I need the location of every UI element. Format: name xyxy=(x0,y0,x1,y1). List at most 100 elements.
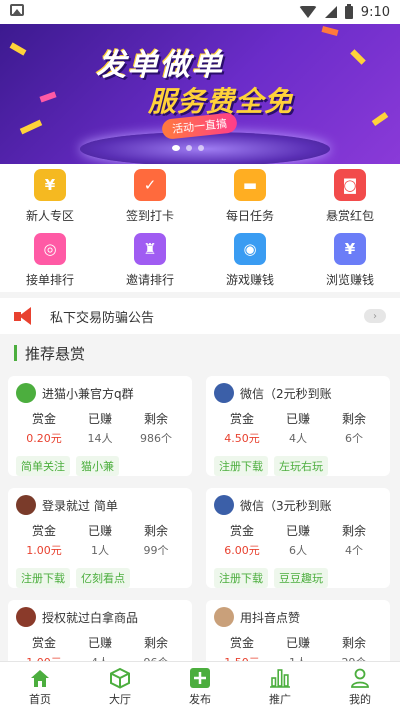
remaining-header: 剩余 xyxy=(143,524,168,538)
earned-header: 已赚 xyxy=(285,636,310,650)
confetti-decoration xyxy=(9,42,27,56)
bottom-tab-bar: 首页 大厅 发布 推广 我的 xyxy=(0,661,400,711)
task-tag: 注册下载 xyxy=(214,456,268,476)
status-time: 9:10 xyxy=(360,4,390,20)
grid-item-label: 浏览赚钱 xyxy=(325,272,374,287)
wifi-icon xyxy=(298,6,317,18)
grid-item-daily-task[interactable]: ▬ 每日任务 xyxy=(200,164,300,228)
promo-banner[interactable]: 发单做单 服务费全免 活动一直搞 xyxy=(0,24,400,164)
grid-item-label: 悬赏红包 xyxy=(325,208,374,223)
avatar xyxy=(214,495,234,515)
grid-item-checkin[interactable]: ✓ 签到打卡 xyxy=(100,164,200,228)
earned-header: 已赚 xyxy=(285,524,310,538)
earned-header: 已赚 xyxy=(285,412,310,426)
tab-promote[interactable]: 推广 xyxy=(240,662,320,711)
reward-header: 赏金 xyxy=(229,636,254,650)
earned-header: 已赚 xyxy=(87,636,112,650)
chevron-right-icon[interactable]: › xyxy=(364,309,386,323)
tab-home[interactable]: 首页 xyxy=(0,662,80,711)
task-title: 用抖音点赞 xyxy=(240,610,301,625)
tab-label: 我的 xyxy=(349,692,371,706)
earned-value: 1人 xyxy=(91,544,109,557)
grid-item-invite-ranking[interactable]: ♜ 邀请排行 xyxy=(100,228,200,292)
task-card[interactable]: 进猫小兼官方q群 赏金 已赚 剩余 0.20元 14人 986个 简单关注 猫小… xyxy=(8,376,192,476)
reward-header: 赏金 xyxy=(31,412,56,426)
tab-label: 大厅 xyxy=(109,692,131,706)
task-card[interactable]: 登录就过 简单 赏金 已赚 剩余 1.00元 1人 99个 注册下载 亿刻看点 xyxy=(8,488,192,588)
remaining-value: 6个 xyxy=(345,432,363,445)
task-card[interactable]: 微信（2元秒到账 赏金 已赚 剩余 4.50元 4人 6个 注册下载 左玩右玩 xyxy=(206,376,390,476)
bar-chart-icon xyxy=(270,668,290,688)
status-bar: 9:10 xyxy=(0,0,400,24)
confetti-decoration xyxy=(39,91,57,103)
grid-item-label: 签到打卡 xyxy=(125,208,174,223)
remaining-header: 剩余 xyxy=(341,636,366,650)
user-icon xyxy=(351,668,369,688)
section-accent-bar xyxy=(14,345,17,361)
confetti-decoration xyxy=(19,119,43,135)
earned-value: 14人 xyxy=(87,432,113,445)
carousel-dot[interactable] xyxy=(186,145,192,151)
grid-item-game-earn[interactable]: ◉ 游戏赚钱 xyxy=(200,228,300,292)
earned-header: 已赚 xyxy=(87,524,112,538)
announcement-text: 私下交易防骗公告 xyxy=(50,310,155,326)
task-title: 授权就过白拿商品 xyxy=(42,610,139,625)
task-tag: 亿刻看点 xyxy=(76,568,130,588)
red-envelope-icon: ◙ xyxy=(334,168,366,201)
avatar xyxy=(214,607,234,627)
carousel-dot[interactable] xyxy=(198,145,204,151)
remaining-value: 4个 xyxy=(345,544,363,557)
confetti-decoration xyxy=(371,111,389,127)
home-icon xyxy=(31,669,49,687)
remaining-value: 99个 xyxy=(143,544,169,557)
remaining-header: 剩余 xyxy=(341,524,366,538)
task-tag: 豆豆趣玩 xyxy=(274,568,328,588)
trophy-icon: ♜ xyxy=(134,232,166,265)
task-card[interactable]: 微信（3元秒到账 赏金 已赚 剩余 6.00元 6人 4个 注册下载 豆豆趣玩 xyxy=(206,488,390,588)
grid-item-newcomer[interactable]: ¥ 新人专区 xyxy=(0,164,100,228)
confetti-decoration xyxy=(321,26,339,36)
reward-header: 赏金 xyxy=(229,524,254,538)
section-title-text: 推荐悬赏 xyxy=(25,344,86,363)
task-tag: 猫小兼 xyxy=(76,456,119,476)
remaining-header: 剩余 xyxy=(143,636,168,650)
avatar xyxy=(214,383,234,403)
grid-item-label: 游戏赚钱 xyxy=(225,272,274,287)
grid-item-reward-envelope[interactable]: ◙ 悬赏红包 xyxy=(300,164,400,228)
cube-icon xyxy=(110,667,130,689)
remaining-header: 剩余 xyxy=(143,412,168,426)
carousel-dot[interactable] xyxy=(172,145,180,151)
avatar xyxy=(16,383,36,403)
banner-stage xyxy=(80,132,330,164)
reward-header: 赏金 xyxy=(31,524,56,538)
tab-publish[interactable]: 发布 xyxy=(160,662,240,711)
plus-square-icon xyxy=(190,667,210,688)
gamepad-icon: ◉ xyxy=(234,232,266,265)
reward-value: 1.00元 xyxy=(26,544,62,557)
remaining-header: 剩余 xyxy=(341,412,366,426)
tab-hall[interactable]: 大厅 xyxy=(80,662,160,711)
earned-value: 4人 xyxy=(289,432,307,445)
reward-value: 0.20元 xyxy=(26,432,62,445)
briefcase-icon: ▬ xyxy=(234,168,266,201)
task-title: 微信（2元秒到账 xyxy=(240,386,332,401)
reward-value: 6.00元 xyxy=(224,544,260,557)
money-bag-icon: ¥ xyxy=(34,168,66,201)
confetti-decoration xyxy=(350,49,366,65)
grid-item-order-ranking[interactable]: ◎ 接单排行 xyxy=(0,228,100,292)
grid-item-browse-earn[interactable]: ¥ 浏览赚钱 xyxy=(300,228,400,292)
task-title: 进猫小兼官方q群 xyxy=(42,386,134,401)
section-title: 推荐悬赏 xyxy=(14,342,85,364)
grid-item-label: 接单排行 xyxy=(25,272,74,287)
task-tag: 简单关注 xyxy=(16,456,70,476)
tab-label: 发布 xyxy=(189,692,211,706)
avatar xyxy=(16,607,36,627)
signal-icon xyxy=(324,6,337,18)
calendar-check-icon: ✓ xyxy=(134,168,166,201)
announcement-bar[interactable]: 私下交易防骗公告 › xyxy=(0,298,400,334)
tab-mine[interactable]: 我的 xyxy=(320,662,400,711)
quick-entry-grid: ¥ 新人专区 ✓ 签到打卡 ▬ 每日任务 ◙ 悬赏红包 ◎ 接单排行 ♜ 邀请排… xyxy=(0,164,400,292)
avatar xyxy=(16,495,36,515)
task-title: 登录就过 简单 xyxy=(42,498,118,513)
remaining-value: 986个 xyxy=(140,432,172,445)
